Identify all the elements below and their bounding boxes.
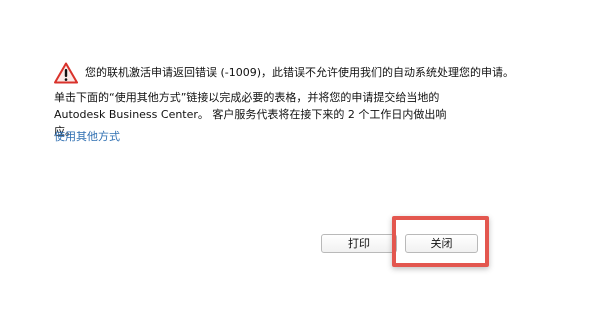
use-alternative-method-link[interactable]: 使用其他方式 xyxy=(54,130,120,144)
activation-error-dialog: 您的联机激活申请返回错误 (-1009)，此错误不允许使用我们的自动系统处理您的… xyxy=(0,0,600,321)
error-message: 您的联机激活申请返回错误 (-1009)，此错误不允许使用我们的自动系统处理您的… xyxy=(85,66,515,79)
error-message-row: 您的联机激活申请返回错误 (-1009)，此错误不允许使用我们的自动系统处理您的… xyxy=(54,62,594,86)
print-button[interactable]: 打印 xyxy=(321,234,397,253)
close-button[interactable]: 关闭 xyxy=(405,234,478,253)
warning-triangle-icon xyxy=(54,62,78,84)
